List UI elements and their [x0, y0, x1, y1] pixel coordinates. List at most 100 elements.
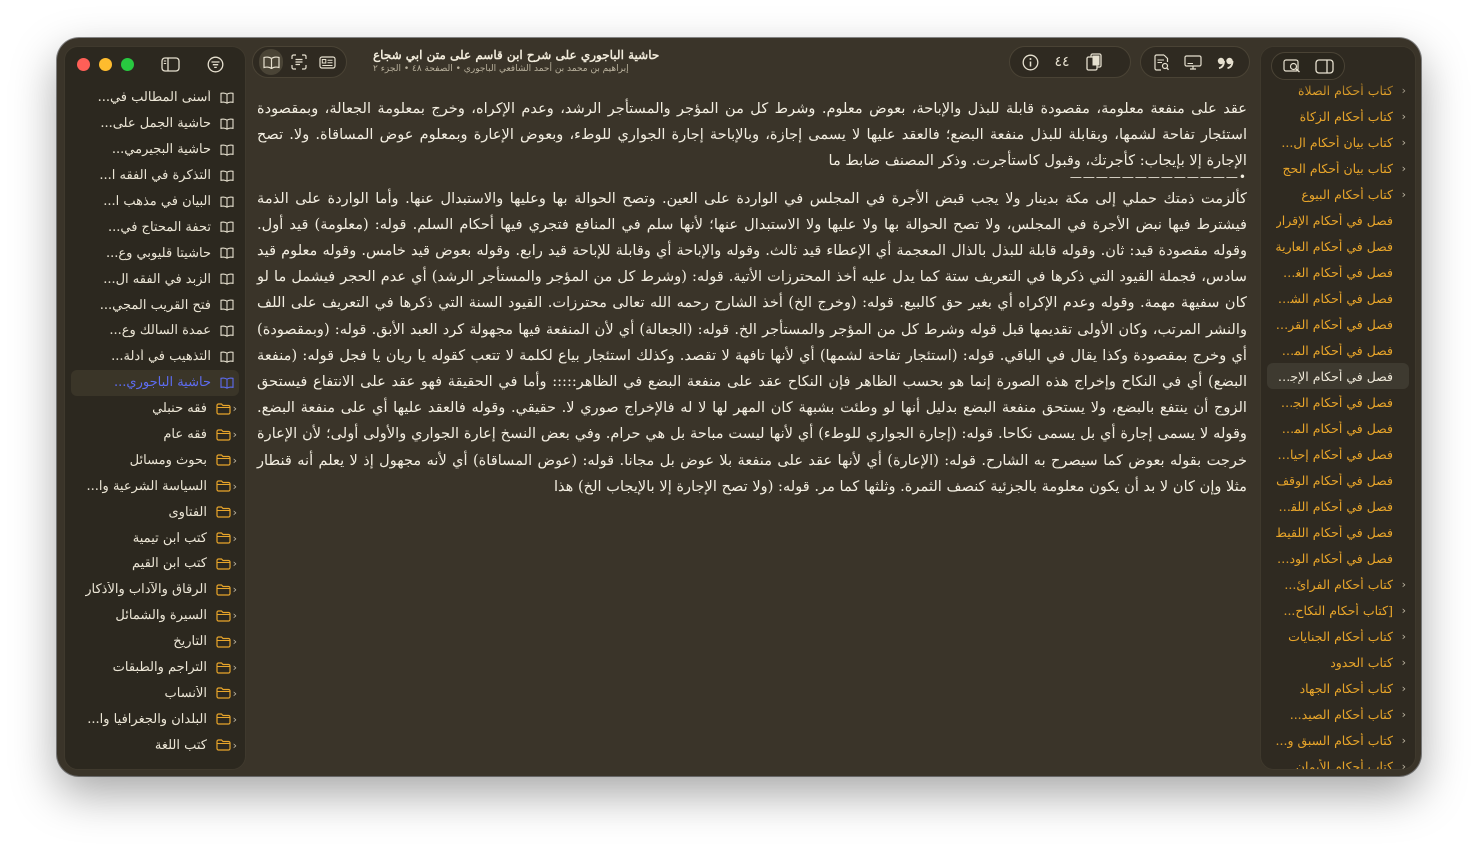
info-button[interactable] [1016, 49, 1044, 75]
toc-item[interactable]: فصل في أحكام الغصب [1261, 259, 1415, 285]
library-folder[interactable]: كتب ابن تيمية › [65, 525, 245, 551]
chevron-right-icon[interactable]: › [233, 583, 237, 596]
chevron-right-icon[interactable]: › [233, 661, 237, 674]
chevron-right-icon[interactable]: › [233, 454, 237, 467]
library-book[interactable]: فتح القريب المجي... [65, 292, 245, 318]
chevron-right-icon[interactable]: › [1402, 578, 1406, 591]
toc-item[interactable]: فصل في أحكام العارية [1261, 233, 1415, 259]
toc-item[interactable]: كتاب أحكام الصيد... › [1261, 701, 1415, 727]
toc-item[interactable]: كتاب أحكام الجهاد › [1261, 675, 1415, 701]
library-book[interactable]: الزبد في الفقه ال... [65, 266, 245, 292]
toc-item[interactable]: كتاب أحكام السبق و... › [1261, 727, 1415, 753]
toc-item[interactable]: كتاب بيان أحكام الحج › [1261, 155, 1415, 181]
chevron-right-icon[interactable]: › [1402, 708, 1406, 721]
toc-item[interactable]: كتاب أحكام البيوع › [1261, 181, 1415, 207]
library-book[interactable]: تحفة المحتاج في... [65, 214, 245, 240]
toc-item[interactable]: كتاب أحكام الزكاة › [1261, 103, 1415, 129]
chevron-right-icon[interactable]: › [233, 480, 237, 493]
library-folder[interactable]: السيرة والشمائل › [65, 603, 245, 629]
library-folder[interactable]: فقه حنبلي › [65, 396, 245, 422]
toc-item[interactable]: فصل في أحكام الإقرار [1261, 207, 1415, 233]
chevron-right-icon[interactable]: › [233, 428, 237, 441]
library-book[interactable]: البيان في مذهب ا... [65, 189, 245, 215]
toc-item[interactable]: فصل في أحكام الوديعة [1261, 545, 1415, 571]
toc-item[interactable]: كتاب أحكام الفرائ... › [1261, 571, 1415, 597]
toc-item[interactable]: فصل في أحكام اللقيط [1261, 519, 1415, 545]
toc-item[interactable]: فصل في أحكام الوقف [1261, 467, 1415, 493]
book-icon [219, 298, 235, 312]
toc-item[interactable]: فصل في أحكام الجعالة [1261, 389, 1415, 415]
library-folder[interactable]: الفتاوى › [65, 499, 245, 525]
chevron-right-icon[interactable]: › [233, 713, 237, 726]
library-folder[interactable]: التراجم والطبقات › [65, 655, 245, 681]
chevron-right-icon[interactable]: › [1402, 136, 1406, 149]
chevron-right-icon[interactable]: › [233, 635, 237, 648]
filter-menu-icon[interactable] [204, 54, 226, 74]
chevron-right-icon[interactable]: › [1402, 604, 1406, 617]
library-folder[interactable]: السياسة الشرعية وا... › [65, 473, 245, 499]
toc-item[interactable]: فصل في أحكام الإجارة [1267, 363, 1409, 389]
toc-search-button[interactable] [1278, 55, 1306, 77]
chevron-right-icon[interactable]: › [233, 506, 237, 519]
library-folder[interactable]: فقه عام › [65, 422, 245, 448]
reader-view-button[interactable] [259, 49, 284, 75]
page-number-button[interactable]: ٤٤ [1048, 49, 1076, 75]
chevron-right-icon[interactable]: › [233, 609, 237, 622]
toc-item[interactable]: فصل في أحكام المخابرة [1261, 415, 1415, 441]
library-book[interactable]: حاشية البجيرمي... [65, 137, 245, 163]
chevron-right-icon[interactable]: › [1402, 656, 1406, 669]
presentation-button[interactable] [1179, 49, 1207, 75]
library-folder[interactable]: التاريخ › [65, 629, 245, 655]
library-folder[interactable]: كتب ابن القيم › [65, 551, 245, 577]
chevron-right-icon[interactable]: › [1402, 162, 1406, 175]
library-book[interactable]: حاشية الباجوري... [71, 369, 239, 396]
library-book[interactable]: حاشيتا قليوبي وع... [65, 240, 245, 266]
copy-button[interactable] [1080, 49, 1108, 75]
matn-paragraph: عقد على منفعة معلومة، مقصودة قابلة للبذل… [257, 100, 1247, 170]
toc-item[interactable]: كتاب بيان أحكام ال... › [1261, 129, 1415, 155]
toc-item-label: كتاب أحكام البيوع [1301, 186, 1393, 202]
toc-item[interactable]: فصل في أحكام الشفعة [1261, 285, 1415, 311]
book-icon [219, 117, 235, 131]
toc-item-label: كتاب أحكام الأيمان... [1283, 758, 1393, 770]
library-folder[interactable]: كتب اللغة › [65, 732, 245, 758]
minimize-window-button[interactable] [99, 58, 112, 71]
sidebar-toggle-icon[interactable] [159, 54, 181, 74]
library-book[interactable]: التذهيب في أدلة... [65, 344, 245, 370]
toc-item[interactable]: فصل في أحكام إحياء... [1261, 441, 1415, 467]
toc-item-label: [كتاب أحكام النكاح... [1283, 602, 1393, 618]
zoom-window-button[interactable] [121, 58, 134, 71]
toc-item[interactable]: كتاب أحكام الجنايات › [1261, 623, 1415, 649]
chevron-right-icon[interactable]: › [233, 739, 237, 752]
library-folder[interactable]: البلدان والجغرافيا وا... › [65, 706, 245, 732]
library-book[interactable]: حاشية الجمل على... [65, 111, 245, 137]
chevron-right-icon[interactable]: › [1402, 760, 1406, 770]
close-window-button[interactable] [77, 58, 90, 71]
chevron-right-icon[interactable]: › [233, 687, 237, 700]
chevron-right-icon[interactable]: › [1402, 734, 1406, 747]
toc-item[interactable]: فصل في أحكام القراض [1261, 311, 1415, 337]
toc-item[interactable]: كتاب أحكام الأيمان... › [1261, 753, 1415, 770]
chevron-right-icon[interactable]: › [1402, 110, 1406, 123]
library-folder[interactable]: بحوث ومسائل › [65, 447, 245, 473]
library-book[interactable]: أسنى المطالب في... [65, 85, 245, 111]
search-document-button[interactable] [1147, 49, 1175, 75]
toc-item[interactable]: كتاب الحدود › [1261, 649, 1415, 675]
chevron-right-icon[interactable]: › [233, 402, 237, 415]
scan-text-button[interactable] [287, 49, 311, 75]
chevron-right-icon[interactable]: › [1402, 682, 1406, 695]
library-folder[interactable]: الأنساب › [65, 680, 245, 706]
toc-item[interactable]: [كتاب أحكام النكاح... › [1261, 597, 1415, 623]
chevron-right-icon[interactable]: › [1402, 630, 1406, 643]
toc-item[interactable]: فصل في أحكام المساقاة [1261, 337, 1415, 363]
chevron-right-icon[interactable]: › [233, 532, 237, 545]
page-image-button[interactable] [316, 49, 340, 75]
toc-item[interactable]: فصل في أحكام اللقطة [1261, 493, 1415, 519]
chevron-right-icon[interactable]: › [233, 557, 237, 570]
library-book[interactable]: عمدة السالك وع... [65, 318, 245, 344]
library-folder[interactable]: الرقاق والآداب والأذكار › [65, 577, 245, 603]
quotes-button[interactable] [1211, 49, 1239, 75]
chevron-right-icon[interactable]: › [1402, 188, 1406, 201]
toc-sidebar-toggle-button[interactable] [1310, 55, 1338, 77]
library-book[interactable]: التذكرة في الفقه ا... [65, 163, 245, 189]
